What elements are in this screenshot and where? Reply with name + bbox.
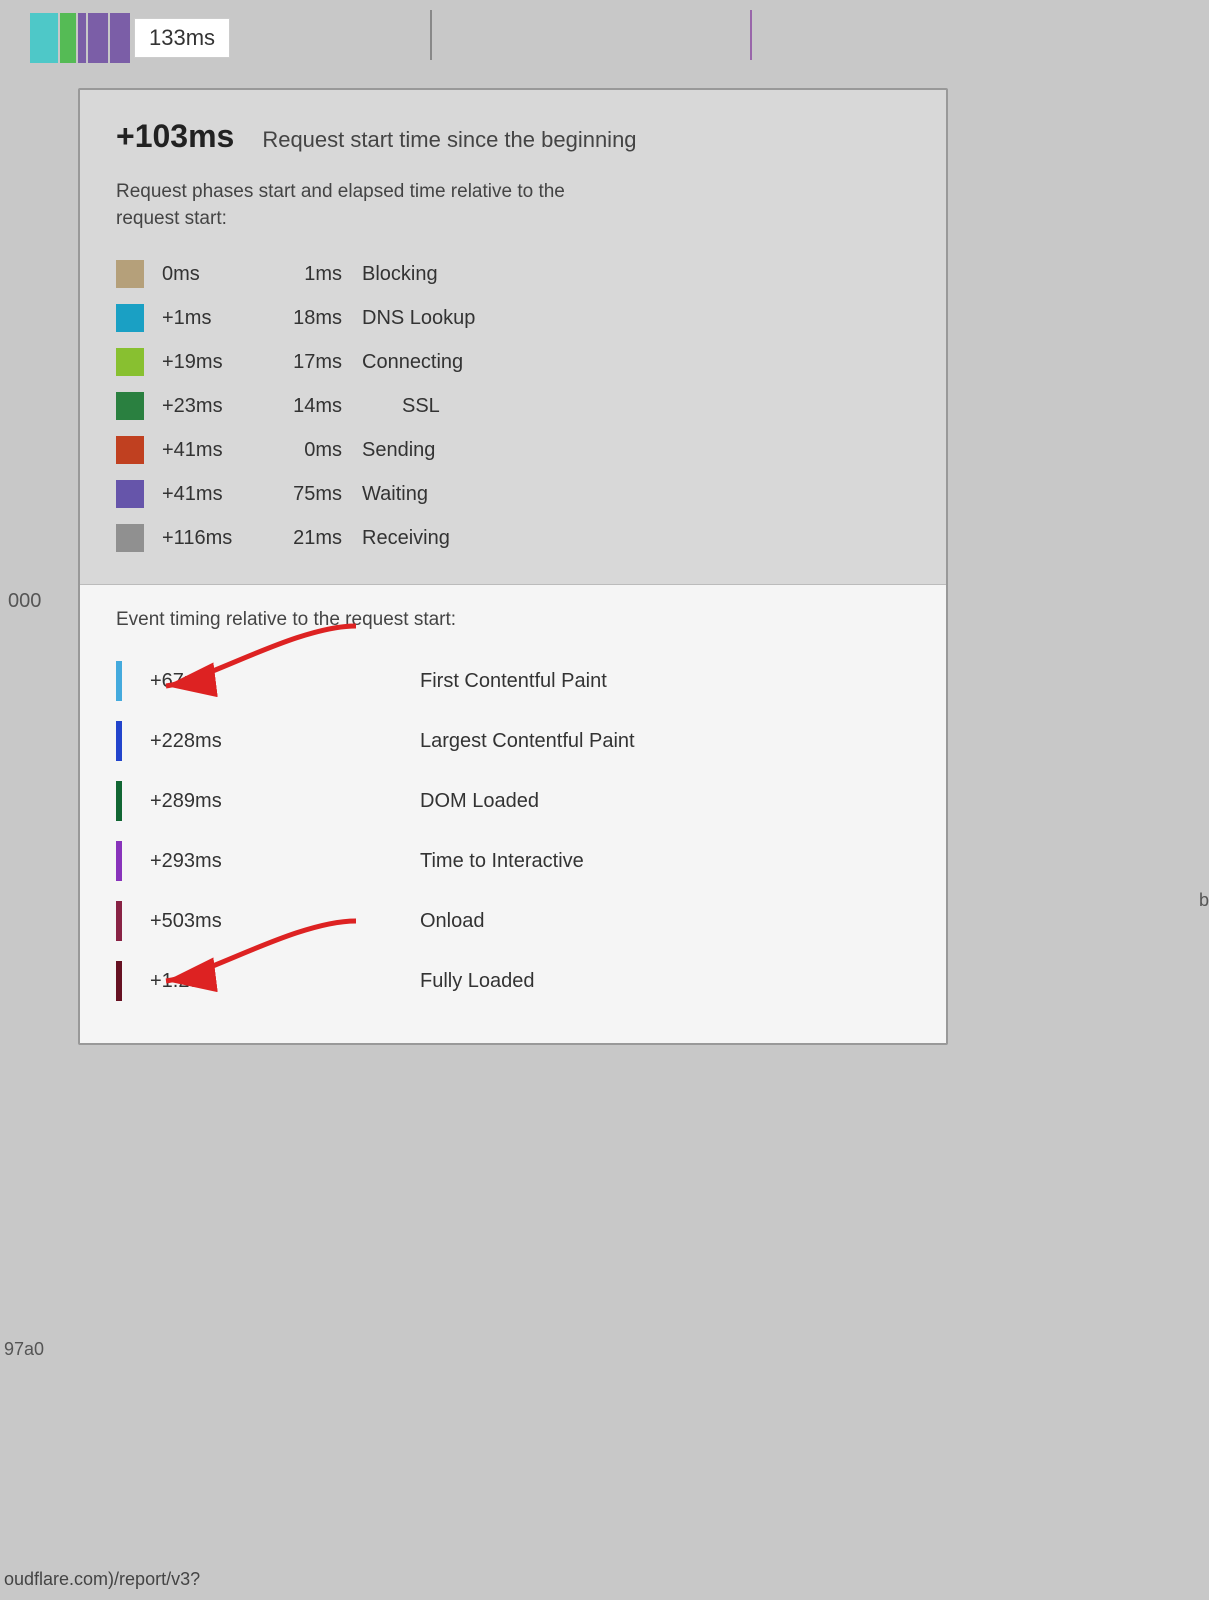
event-bar-lcp xyxy=(116,721,122,761)
event-row-fl: +1.2s Fully Loaded xyxy=(116,951,910,1011)
bottom-url: oudflare.com)/report/v3? xyxy=(4,1569,200,1590)
event-row-fcp: +67ms First Contentful Paint xyxy=(116,651,910,711)
phase-start-sending: +41ms xyxy=(162,439,262,462)
event-time-dom: +289ms xyxy=(150,790,260,813)
phase-color-receiving xyxy=(116,524,144,552)
event-bar-fl xyxy=(116,961,122,1001)
tooltip-container: +103ms Request start time since the begi… xyxy=(78,88,948,1045)
top-bar: 133ms xyxy=(0,0,1209,75)
phase-name-ssl: SSL xyxy=(402,395,440,418)
phase-name-dns: DNS Lookup xyxy=(362,307,475,330)
color-block-1 xyxy=(30,13,58,63)
event-bar-fcp xyxy=(116,661,122,701)
phase-start-dns: +1ms xyxy=(162,307,262,330)
event-name-fcp: First Contentful Paint xyxy=(420,670,607,693)
event-bar-onload xyxy=(116,901,122,941)
phase-duration-sending: 0ms xyxy=(262,439,342,462)
phase-color-connecting xyxy=(116,348,144,376)
time-badge: 133ms xyxy=(134,18,230,58)
event-time-tti: +293ms xyxy=(150,850,260,873)
event-row-dom: +289ms DOM Loaded xyxy=(116,771,910,831)
event-name-onload: Onload xyxy=(420,910,485,933)
right-partial-label: b xyxy=(1199,890,1209,911)
red-arrow-fl xyxy=(146,916,366,996)
phase-start-blocking: 0ms xyxy=(162,263,262,286)
phase-name-sending: Sending xyxy=(362,439,435,462)
vertical-marker-2 xyxy=(750,10,752,60)
phases-table: 0ms 1ms Blocking +1ms 18ms DNS Lookup +1… xyxy=(116,252,910,560)
color-blocks xyxy=(30,8,130,68)
subtext: Request phases start and elapsed time re… xyxy=(116,179,910,232)
phase-duration-blocking: 1ms xyxy=(262,263,342,286)
event-name-tti: Time to Interactive xyxy=(420,850,584,873)
phase-name-receiving: Receiving xyxy=(362,527,450,550)
phase-name-blocking: Blocking xyxy=(362,263,438,286)
phase-color-sending xyxy=(116,436,144,464)
phase-name-waiting: Waiting xyxy=(362,483,428,506)
phase-row: +23ms 14ms SSL xyxy=(116,384,910,428)
bottom-left-label: 97a0 xyxy=(4,1339,44,1360)
event-row-tti: +293ms Time to Interactive xyxy=(116,831,910,891)
color-block-3 xyxy=(78,13,86,63)
phase-row: +116ms 21ms Receiving xyxy=(116,516,910,560)
event-row-lcp: +228ms Largest Contentful Paint xyxy=(116,711,910,771)
phase-duration-waiting: 75ms xyxy=(262,483,342,506)
event-bar-tti xyxy=(116,841,122,881)
phase-color-dns xyxy=(116,304,144,332)
phase-start-ssl: +23ms xyxy=(162,395,262,418)
lower-section: Event timing relative to the request sta… xyxy=(80,584,946,1043)
phase-start-receiving: +116ms xyxy=(162,527,262,550)
phase-duration-receiving: 21ms xyxy=(262,527,342,550)
phase-duration-dns: 18ms xyxy=(262,307,342,330)
phase-row: +19ms 17ms Connecting xyxy=(116,340,910,384)
phase-row: 0ms 1ms Blocking xyxy=(116,252,910,296)
left-label: 000 xyxy=(0,590,41,613)
header-time: +103ms xyxy=(116,118,234,155)
color-block-4 xyxy=(88,13,108,63)
event-name-lcp: Largest Contentful Paint xyxy=(420,730,635,753)
phase-color-ssl xyxy=(116,392,144,420)
phase-row: +41ms 0ms Sending xyxy=(116,428,910,472)
phase-duration-ssl: 14ms xyxy=(262,395,342,418)
phase-row: +41ms 75ms Waiting xyxy=(116,472,910,516)
red-arrow-fcp xyxy=(146,621,366,701)
header-desc: Request start time since the beginning xyxy=(262,127,636,153)
event-bar-dom xyxy=(116,781,122,821)
phase-color-waiting xyxy=(116,480,144,508)
phase-start-waiting: +41ms xyxy=(162,483,262,506)
event-name-fl: Fully Loaded xyxy=(420,970,535,993)
phase-name-connecting: Connecting xyxy=(362,351,463,374)
vertical-marker-1 xyxy=(430,10,432,60)
upper-section: +103ms Request start time since the begi… xyxy=(80,90,946,584)
phase-color-blocking xyxy=(116,260,144,288)
phase-start-connecting: +19ms xyxy=(162,351,262,374)
phase-row: +1ms 18ms DNS Lookup xyxy=(116,296,910,340)
color-block-5 xyxy=(110,13,130,63)
color-block-2 xyxy=(60,13,76,63)
header-row: +103ms Request start time since the begi… xyxy=(116,118,910,155)
event-name-dom: DOM Loaded xyxy=(420,790,539,813)
phase-duration-connecting: 17ms xyxy=(262,351,342,374)
event-time-lcp: +228ms xyxy=(150,730,260,753)
